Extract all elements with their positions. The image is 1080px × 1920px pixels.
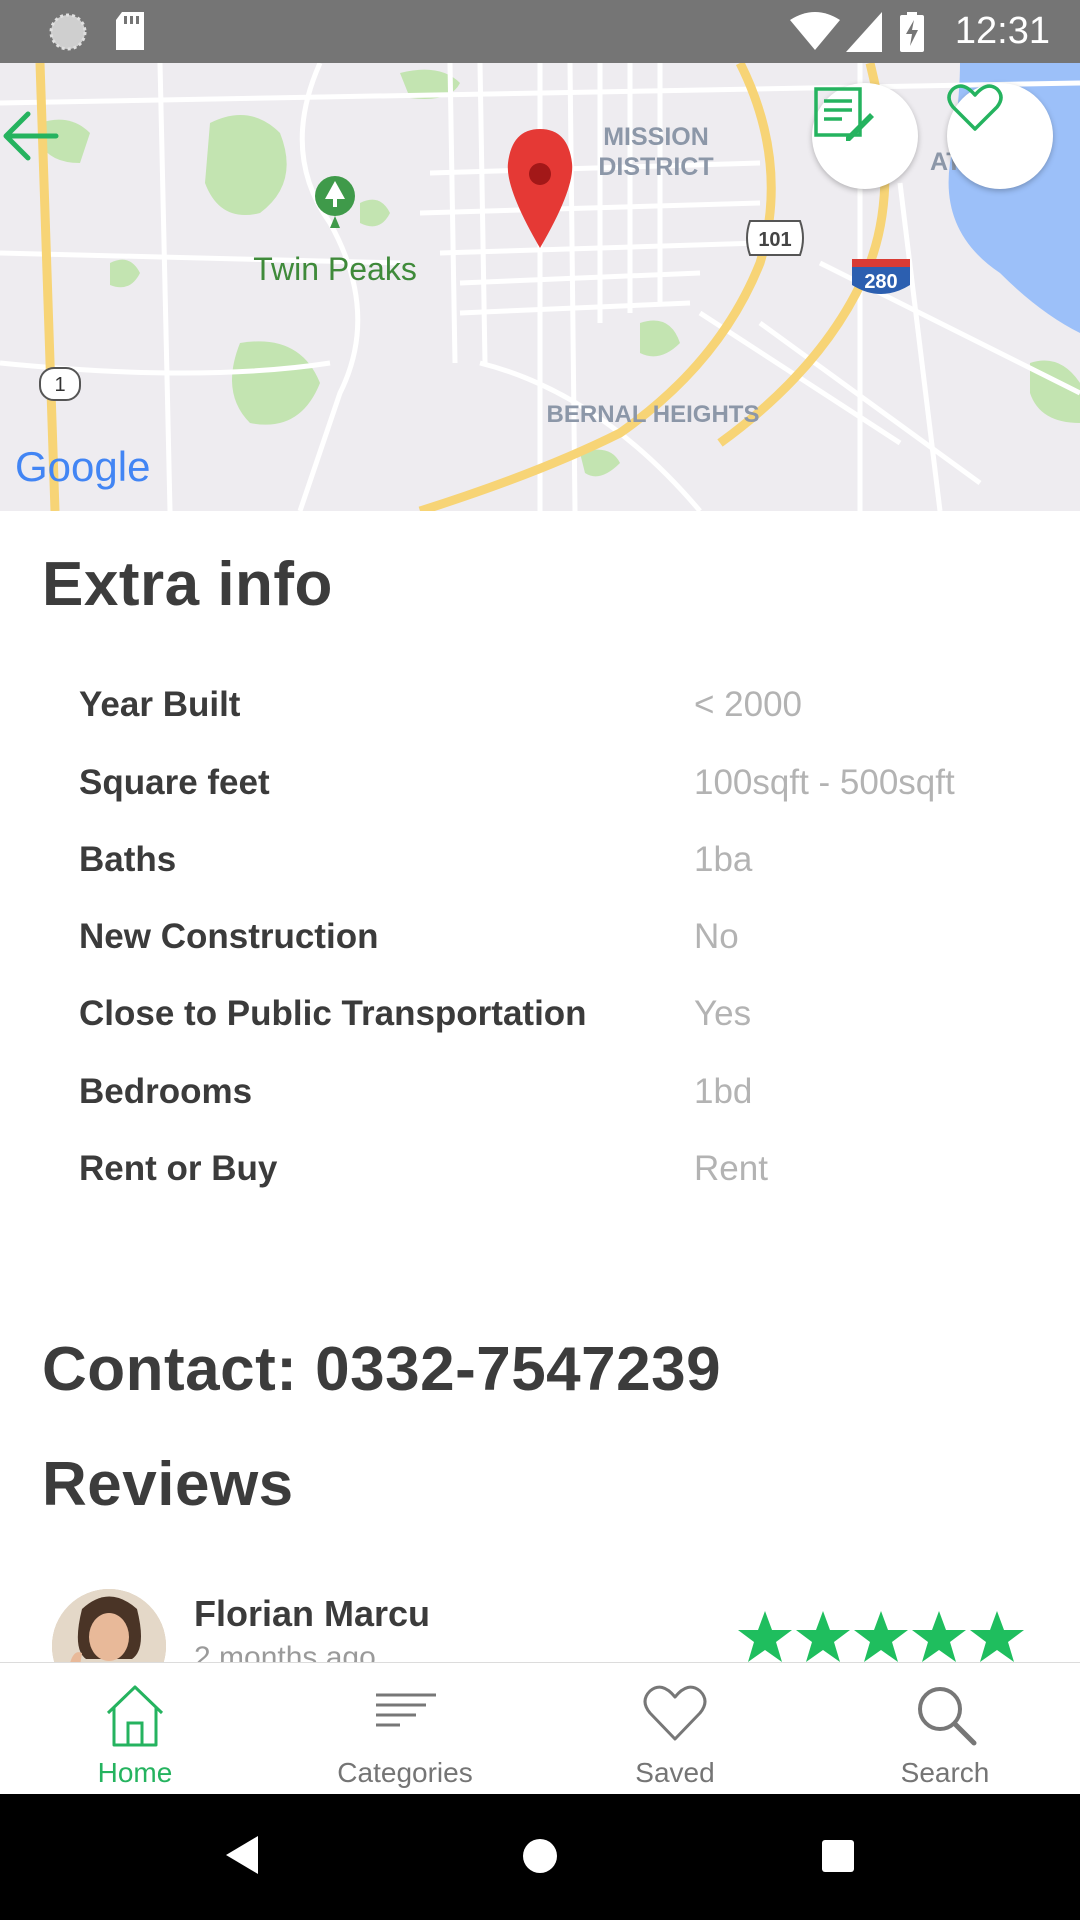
info-value: 1bd [694,1072,753,1111]
info-row: Baths 1ba [0,826,1080,896]
contact-heading[interactable]: Contact: 0332-7547239 [42,1334,721,1405]
info-key: Year Built [79,685,241,724]
star-icon [854,1611,908,1662]
route-280-shield: 280 [852,259,910,294]
system-recents-icon[interactable] [820,1838,856,1874]
info-row: Year Built < 2000 [0,671,1080,741]
loading-icon [49,13,87,51]
system-navigation-bar [0,1794,1080,1920]
nav-saved[interactable]: Saved [540,1663,810,1795]
back-arrow-icon[interactable] [0,108,60,164]
review-date: 2 months ago [194,1641,376,1662]
nav-label: Categories [337,1757,473,1788]
star-icon [912,1611,966,1662]
info-row: Rent or Buy Rent [0,1135,1080,1205]
reviewer-name: Florian Marcu [194,1593,431,1634]
nav-label: Home [97,1757,173,1788]
extra-info-heading: Extra info [42,550,333,619]
system-home-icon[interactable] [520,1836,560,1876]
info-row: Bedrooms 1bd [0,1058,1080,1128]
rating-stars [738,1611,1024,1662]
info-value: 1ba [694,840,753,879]
system-back-icon[interactable] [222,1834,260,1876]
map-canvas[interactable]: 101 280 1 MISSION DISTRICT ATC Twin Peak… [0,63,1080,511]
star-icon [970,1611,1024,1662]
svg-text:1: 1 [54,374,65,396]
svg-text:280: 280 [864,271,897,293]
nav-label: Saved [635,1757,715,1788]
status-time: 12:31 [954,10,1050,52]
map-label-mission: MISSION [603,123,709,151]
star-icon [796,1611,850,1662]
bottom-navigation: Home Categories Saved Search [0,1662,1080,1795]
info-key: Rent or Buy [79,1149,278,1188]
favorite-button[interactable] [947,83,1053,189]
info-row: New Construction No [0,903,1080,973]
svg-text:101: 101 [758,229,791,251]
info-value: No [694,917,739,956]
route-101-shield: 101 [746,220,804,256]
heart-outline-icon [947,84,1003,131]
info-key: Baths [79,840,177,879]
info-value: Rent [694,1149,768,1188]
info-key: Square feet [79,763,270,802]
info-row: Close to Public Transportation Yes [0,980,1080,1050]
info-value: Yes [694,994,752,1033]
info-row: Square feet 100sqft - 500sqft [0,749,1080,819]
edit-note-button[interactable] [812,83,918,189]
nav-search[interactable]: Search [810,1663,1080,1795]
status-bar: 12:31 [0,0,1080,63]
star-icon [738,1611,792,1662]
info-key: Bedrooms [79,1072,253,1111]
info-value: < 2000 [694,685,803,724]
edit-note-icon [814,87,874,141]
info-key: New Construction [79,917,379,956]
sd-card-icon [116,12,144,50]
heart-icon [643,1685,707,1741]
wifi-icon [790,12,840,50]
review-item[interactable]: Florian Marcu 2 months ago [0,1579,1080,1662]
info-value: 100sqft - 500sqft [694,763,955,802]
battery-charging-icon [900,12,924,52]
info-key: Close to Public Transportation [79,994,587,1033]
route-1-shield: 1 [39,367,81,401]
map-label-bernal-heights: BERNAL HEIGHTS [547,401,760,428]
google-logo: Google [15,443,150,490]
avatar [52,1589,166,1662]
map-view[interactable]: 101 280 1 MISSION DISTRICT ATC Twin Peak… [0,63,1080,511]
categories-icon [376,1693,436,1727]
home-icon [106,1685,164,1747]
nav-label: Search [900,1757,990,1788]
cell-signal-icon [846,12,882,52]
search-icon [918,1687,977,1746]
nav-home[interactable]: Home [0,1663,270,1795]
map-label-twin-peaks: Twin Peaks [253,251,417,287]
reviews-heading: Reviews [42,1450,294,1519]
nav-categories[interactable]: Categories [270,1663,540,1795]
detail-content[interactable]: Extra info Year Built < 2000 Square feet… [0,511,1080,1662]
map-label-district: DISTRICT [598,153,713,181]
